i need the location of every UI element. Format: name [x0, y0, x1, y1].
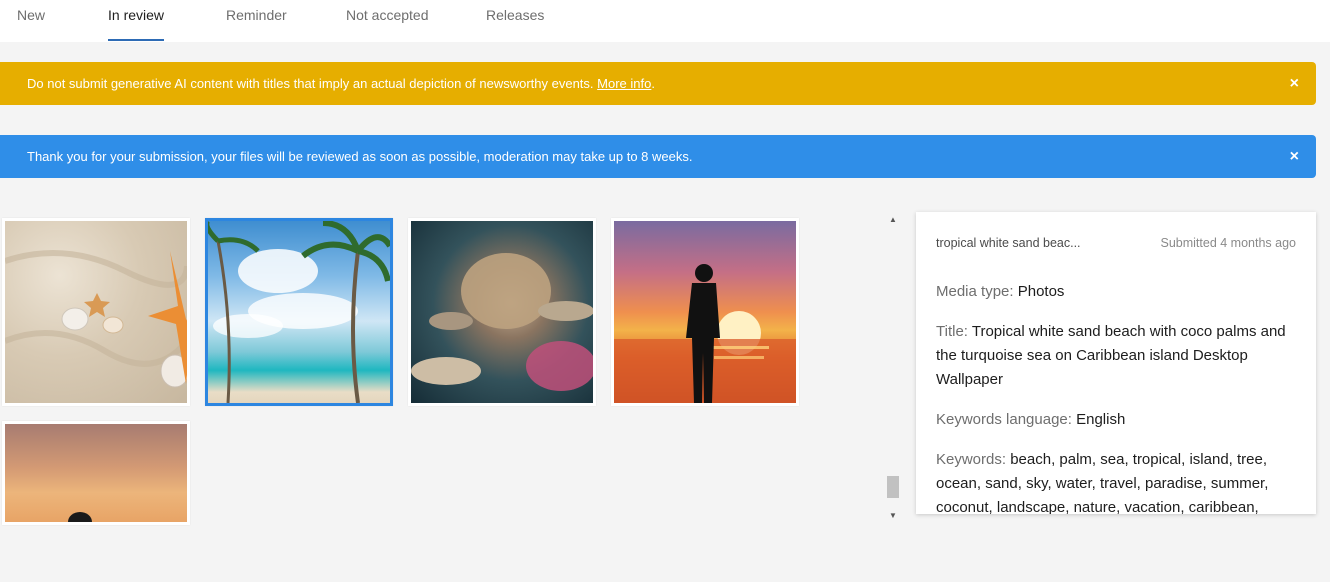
tab-new[interactable]: New: [17, 0, 45, 42]
gallery-scrollbar[interactable]: ▲ ▼: [886, 212, 900, 524]
tropical-beach-image: [208, 221, 390, 403]
thumbnail-sunset-silhouette-2[interactable]: [2, 421, 190, 525]
media-type-label: Media type:: [936, 283, 1014, 300]
thumbnail-coral-reef[interactable]: [408, 218, 596, 406]
keywords-language-label: Keywords language:: [936, 411, 1072, 428]
submission-info-banner: Thank you for your submission, your file…: [0, 135, 1316, 178]
close-icon[interactable]: ×: [1290, 135, 1299, 178]
file-details-panel: tropical white sand beac... Submitted 4 …: [916, 212, 1316, 514]
thumbnail-sunset-silhouette[interactable]: [611, 218, 799, 406]
warning-text: Do not submit generative AI content with…: [27, 76, 594, 91]
media-type-value: Photos: [1017, 283, 1065, 300]
thumbnail-tropical-beach[interactable]: [205, 218, 393, 406]
sunset-silhouette-image-2: [5, 424, 187, 522]
ai-content-warning-banner: Do not submit generative AI content with…: [0, 62, 1316, 105]
media-type-row: Media type: Photos: [936, 280, 1296, 304]
info-text: Thank you for your submission, your file…: [27, 149, 693, 164]
title-label: Title:: [936, 323, 968, 340]
keywords-language-row: Keywords language: English: [936, 408, 1296, 432]
title-row: Title: Tropical white sand beach with co…: [936, 320, 1296, 392]
title-value: Tropical white sand beach with coco palm…: [936, 323, 1286, 388]
submitted-date: Submitted 4 months ago: [1160, 236, 1297, 250]
close-icon[interactable]: ×: [1290, 62, 1299, 105]
keywords-language-value: English: [1076, 411, 1126, 428]
warning-link-suffix: .: [651, 76, 655, 91]
coral-reef-image: [411, 221, 593, 403]
tab-not-accepted[interactable]: Not accepted: [346, 0, 429, 42]
tab-reminder[interactable]: Reminder: [226, 0, 287, 42]
more-info-link[interactable]: More info: [597, 76, 651, 91]
scroll-up-icon[interactable]: ▲: [888, 214, 898, 226]
sunset-silhouette-image: [614, 221, 796, 403]
sand-shells-image: [5, 221, 187, 403]
tab-releases[interactable]: Releases: [486, 0, 544, 42]
scrollbar-thumb[interactable]: [887, 476, 899, 498]
tab-in-review[interactable]: In review: [108, 0, 165, 42]
status-tabs: New In review Reminder Not accepted Rele…: [0, 0, 1330, 42]
scroll-down-icon[interactable]: ▼: [888, 510, 898, 522]
file-name: tropical white sand beac...: [936, 236, 1081, 250]
keywords-label: Keywords:: [936, 451, 1007, 468]
thumbnail-sand-shells[interactable]: [2, 218, 190, 406]
keywords-row: Keywords: beach, palm, sea, tropical, is…: [936, 448, 1296, 514]
